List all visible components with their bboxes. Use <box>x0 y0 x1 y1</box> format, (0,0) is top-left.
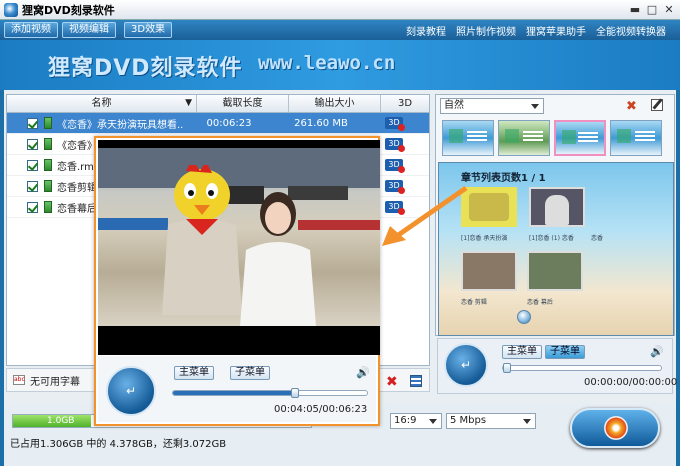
player-main-menu-button[interactable]: 主菜单 <box>174 366 214 380</box>
title-bar: 狸窝DVD刻录软件 ▬ □ ✕ <box>0 0 680 20</box>
banner-url: www.leawo.cn <box>258 52 396 74</box>
bitrate-select[interactable]: 5 Mbps <box>446 413 536 429</box>
mascot-figure <box>162 165 242 315</box>
menu-page-down-icon[interactable] <box>517 310 531 324</box>
3d-effect-button[interactable]: 3D效果 <box>124 22 173 38</box>
row-checkbox[interactable] <box>27 159 38 171</box>
3d-icon[interactable]: 3D <box>385 117 405 131</box>
restore-icon[interactable]: □ <box>645 3 659 17</box>
row-checkbox[interactable] <box>27 117 38 129</box>
video-file-icon <box>44 117 52 129</box>
video-file-icon <box>44 201 52 213</box>
chapter-label: 恋香 幕后 <box>527 299 553 306</box>
player-volume-icon[interactable]: 🔊 <box>356 366 370 379</box>
delete-menu-icon[interactable]: ✖ <box>626 99 637 114</box>
preview-time: 00:00:00/00:00:00 <box>584 377 678 388</box>
list-header: 名称 ▼ 截取长度 输出大小 3D <box>7 95 429 113</box>
menu-thumbnail[interactable] <box>610 120 662 156</box>
menu-preview: 章节列表页数1 / 1 [1]恋香 承天扮演 [1]恋香 (1) 恋香 恋香 恋… <box>438 162 674 336</box>
menu-thumbnail[interactable] <box>554 120 606 156</box>
banner: 狸窝DVD刻录软件 www.leawo.cn <box>0 40 680 90</box>
enter-icon: ↵ <box>460 358 472 372</box>
menu-thumbnail[interactable] <box>442 120 494 156</box>
preview-seek-bar[interactable] <box>502 363 662 373</box>
row-checkbox[interactable] <box>27 138 38 150</box>
disc-usage-text: 已占用1.306GB 中的 4.378GB，还剩3.072GB <box>10 439 227 450</box>
clear-list-icon[interactable] <box>410 375 422 387</box>
top-links: 刻录教程 照片制作视频 狸窝苹果助手 全能视频转换器 <box>406 23 666 38</box>
person-figure <box>240 192 316 326</box>
3d-icon[interactable]: 3D <box>385 138 405 152</box>
disc-usage-fill: 1.0GB <box>13 415 91 427</box>
menu-thumbnails <box>440 118 670 158</box>
table-row[interactable]: 《恋香》承天扮演玩具想看... 00:06:23 261.60 MB 3D <box>7 113 429 134</box>
sort-chevron-icon[interactable]: ▼ <box>185 95 192 112</box>
video-file-icon <box>44 180 52 192</box>
player-controls: ↵ 主菜单 子菜单 🔊 00:04:05/00:06:23 <box>98 356 376 422</box>
app-icon <box>4 2 18 17</box>
player-sub-menu-button[interactable]: 子菜单 <box>230 366 270 380</box>
chapter-thumbnail[interactable] <box>461 251 517 291</box>
player-seek-bar[interactable] <box>172 388 368 398</box>
theme-select[interactable]: 自然 <box>440 98 544 114</box>
chapter-label: 恋香 <box>591 235 604 242</box>
close-icon[interactable]: ✕ <box>662 3 676 17</box>
link-apple-assistant[interactable]: 狸窝苹果助手 <box>526 23 586 38</box>
row-size: 261.60 MB <box>294 117 348 129</box>
video-edit-button[interactable]: 视频编辑 <box>62 22 116 38</box>
seek-handle[interactable] <box>503 363 511 373</box>
player-seek-handle[interactable] <box>291 388 300 398</box>
row-checkbox[interactable] <box>27 201 38 213</box>
video-file-icon <box>44 159 52 171</box>
column-size[interactable]: 输出大小 <box>289 95 381 112</box>
player-time: 00:04:05/00:06:23 <box>274 404 368 415</box>
video-frame[interactable] <box>98 140 380 355</box>
link-photo-video[interactable]: 照片制作视频 <box>456 23 516 38</box>
navigation-joystick[interactable]: ↵ <box>444 343 488 387</box>
edit-icon[interactable] <box>651 99 663 111</box>
chapter-thumbnail[interactable] <box>527 251 583 291</box>
menu-thumbnail[interactable] <box>498 120 550 156</box>
add-video-button[interactable]: 添加视频 <box>4 22 58 38</box>
volume-icon[interactable]: 🔊 <box>650 345 664 358</box>
enter-icon: ↵ <box>125 384 137 398</box>
sub-menu-button[interactable]: 子菜单 <box>545 345 585 359</box>
column-duration[interactable]: 截取长度 <box>197 95 289 112</box>
chapter-thumbnail[interactable] <box>529 187 585 227</box>
aspect-select[interactable]: 16:9 <box>390 413 442 429</box>
3d-icon[interactable]: 3D <box>385 159 405 173</box>
column-3d[interactable]: 3D <box>381 95 429 112</box>
video-file-icon <box>44 138 52 150</box>
row-checkbox[interactable] <box>27 180 38 192</box>
main-menu-button[interactable]: 主菜单 <box>502 345 542 359</box>
column-name[interactable]: 名称 ▼ <box>7 95 197 112</box>
chapter-page-title: 章节列表页数1 / 1 <box>461 173 546 184</box>
player-progress-fill <box>173 391 296 395</box>
link-video-converter[interactable]: 全能视频转换器 <box>596 23 666 38</box>
app-title: 狸窝DVD刻录软件 <box>22 3 115 17</box>
preview-controls: ↵ 主菜单 子菜单 🔊 00:00:00/00:00:00 <box>437 338 677 394</box>
chapter-label: [1]恋香 (1) 恋香 <box>529 235 574 242</box>
delete-icon[interactable]: ✖ <box>386 374 398 390</box>
toolbar: 添加视频 视频编辑 3D效果 刻录教程 照片制作视频 狸窝苹果助手 全能视频转换… <box>0 20 680 40</box>
subtitle-icon: abc <box>13 375 25 385</box>
burn-button[interactable] <box>570 408 660 448</box>
row-name: 《恋香》承天扮演玩具想看... <box>57 119 183 131</box>
link-burn-tutorial[interactable]: 刻录教程 <box>406 23 446 38</box>
subtitle-label[interactable]: 无可用字幕 <box>30 373 80 388</box>
banner-title: 狸窝DVD刻录软件 <box>48 56 243 81</box>
minimize-icon[interactable]: ▬ <box>628 3 642 17</box>
row-duration: 00:06:23 <box>206 117 252 129</box>
arrow-annotation <box>382 185 468 246</box>
player-navigation-joystick[interactable]: ↵ <box>106 366 156 416</box>
chapter-label: 恋香 剪辑 <box>461 299 487 306</box>
